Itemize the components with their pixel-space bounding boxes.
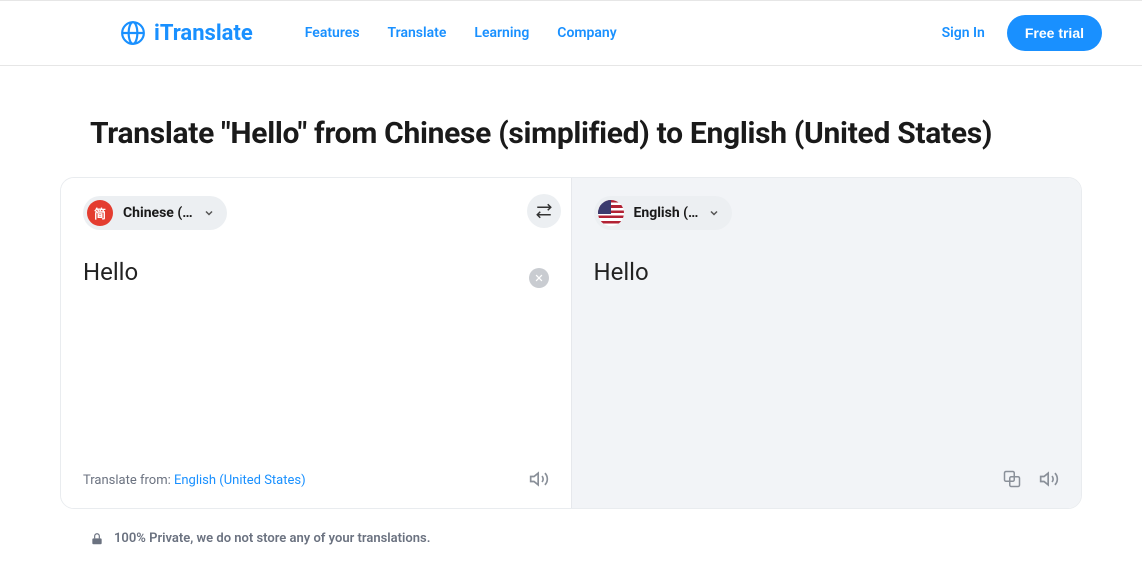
globe-icon [120,20,146,46]
source-text-input[interactable]: Hello [83,258,549,286]
detected-language-hint: Translate from: English (United States) [83,473,306,488]
target-footer [594,469,1060,492]
swap-languages-button[interactable] [527,194,561,228]
target-flag-icon [598,200,624,226]
page-title: Translate "Hello" from Chinese (simplifi… [90,116,1082,151]
page-content: Translate "Hello" from Chinese (simplifi… [0,66,1142,566]
brand-logo[interactable]: iTranslate [120,20,253,46]
nav-features[interactable]: Features [305,25,360,41]
source-pane: 简 Chinese (… Hello Translate from: Engli… [61,178,571,508]
nav-learning[interactable]: Learning [474,25,529,41]
detect-prefix: Translate from: [83,473,174,488]
source-flag-icon: 简 [87,200,113,226]
speaker-icon [1039,469,1059,489]
nav-right: Sign In Free trial [942,15,1102,51]
close-icon [534,273,544,283]
top-navbar: iTranslate Features Translate Learning C… [0,0,1142,66]
lock-icon [90,532,104,546]
chevron-down-icon [203,204,215,223]
source-language-label: Chinese (… [123,205,193,221]
chevron-down-icon [708,204,720,223]
free-trial-button[interactable]: Free trial [1007,15,1102,51]
brand-name: iTranslate [154,21,253,46]
privacy-notice: 100% Private, we do not store any of you… [90,531,1082,546]
source-language-select[interactable]: 简 Chinese (… [83,196,227,230]
speaker-icon [529,469,549,489]
target-language-select[interactable]: English (… [594,196,733,230]
target-text-output: Hello [594,258,1060,286]
nav-translate[interactable]: Translate [388,25,447,41]
source-speak-button[interactable] [529,469,549,492]
primary-nav: Features Translate Learning Company [305,25,617,41]
target-language-label: English (… [634,205,699,221]
privacy-text: 100% Private, we do not store any of you… [114,531,430,546]
nav-left: iTranslate Features Translate Learning C… [120,20,617,46]
nav-company[interactable]: Company [557,25,616,41]
sign-in-link[interactable]: Sign In [942,25,985,41]
detected-language-link[interactable]: English (United States) [174,473,306,488]
source-footer: Translate from: English (United States) [83,469,549,492]
copy-icon [1003,470,1021,488]
translate-card: 简 Chinese (… Hello Translate from: Engli… [60,177,1082,509]
target-pane: English (… Hello [571,178,1082,508]
swap-icon [535,202,553,220]
clear-input-button[interactable] [529,268,549,288]
target-speak-button[interactable] [1039,469,1059,492]
copy-translation-button[interactable] [1003,469,1021,492]
